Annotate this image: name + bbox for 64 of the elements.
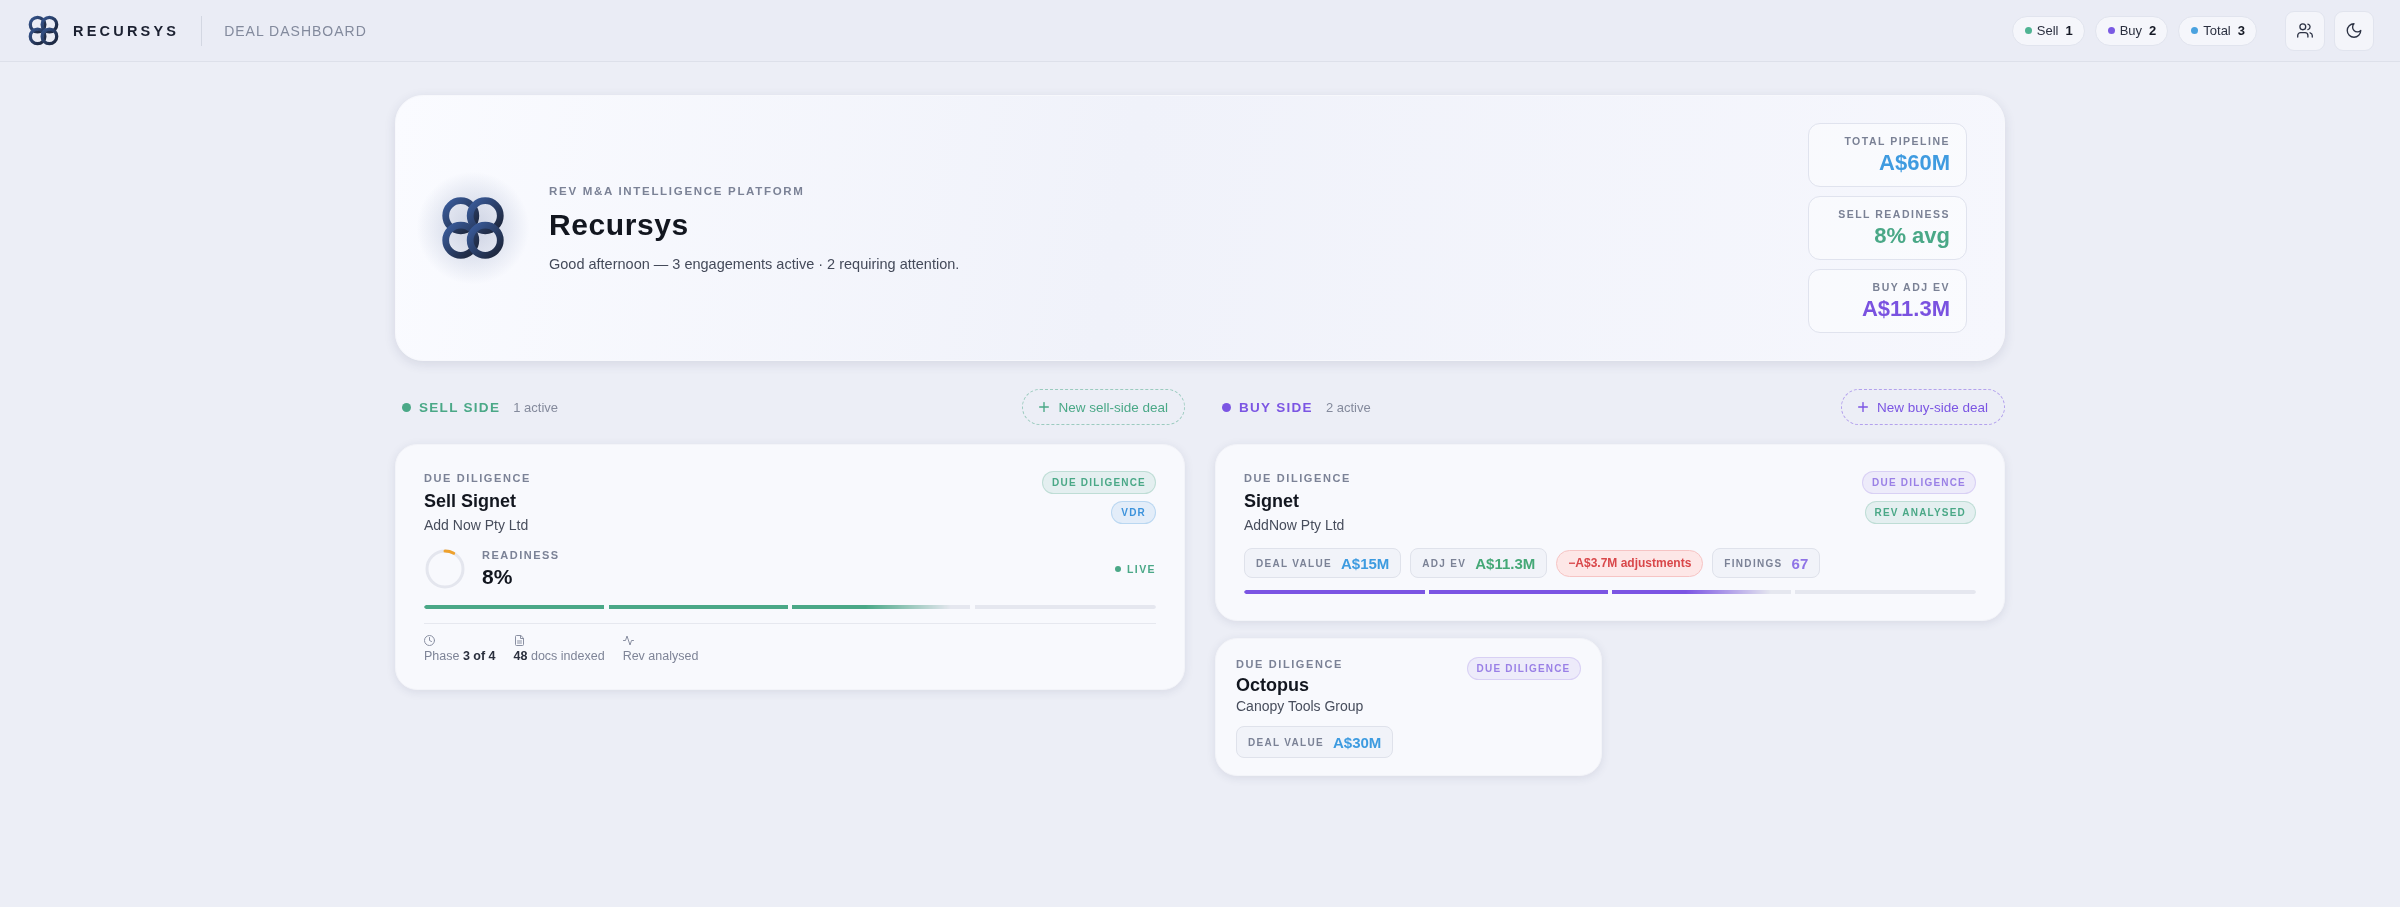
adjustment-chip: −A$3.7M adjustments (1556, 549, 1704, 577)
stat-value: A$11.3M (1861, 295, 1950, 322)
metric-value: A$30M (1332, 733, 1382, 751)
hero-title: Recursys (549, 206, 690, 243)
section-title: SELL SIDE (419, 399, 501, 415)
readiness-value: 8% (482, 565, 514, 589)
count-value: 2 (2149, 23, 2157, 38)
count-label: Sell (2036, 23, 2059, 38)
users-icon (2297, 23, 2313, 38)
stage-label: DUE DILIGENCE (1236, 657, 1344, 671)
plus-icon (1039, 402, 1050, 412)
greeting-text: Good afternoon — 3 engagements active · 2 requiring attention. (549, 254, 960, 273)
company-name: AddNow Pty Ltd (1244, 516, 1346, 535)
deal-card[interactable]: DUE DILIGENCE Octopus Canopy Tools Group DUE DILIGENCE DEAL VALUE A$30M (1215, 638, 1602, 776)
count-label: Buy (2119, 23, 2143, 38)
section-count: 1 active (513, 399, 559, 415)
status-badge: DUE DILIGENCE (1042, 471, 1156, 494)
deal-card[interactable]: DUE DILIGENCE Sell Signet Add Now Pty Ltd DUE DILIGENCE VDR READINESS 8% LIVE Phase 3 of 4 48 docs indexed Rev analysed (395, 444, 1185, 690)
meta-text: 48 docs indexed (513, 649, 605, 663)
deal-name: Signet (1244, 490, 1300, 513)
company-name: Add Now Pty Ltd (424, 516, 530, 535)
pulse-icon (622, 635, 634, 646)
moon-icon (2346, 23, 2362, 38)
stat-label: BUY ADJ EV (1872, 280, 1950, 293)
team-button[interactable] (2285, 10, 2325, 51)
section-title: BUY SIDE (1239, 399, 1313, 415)
metric-value: 67 (1791, 554, 1809, 572)
deal-card[interactable]: DUE DILIGENCE Signet AddNow Pty Ltd DUE DILIGENCE REV ANALYSED DEAL VALUE A$15M ADJ EV A$11.3M −A$3.7M adjustments FINDINGS 67 (1215, 444, 2005, 621)
metric-label: DEAL VALUE (1248, 736, 1324, 748)
count-value: 3 (2237, 23, 2245, 38)
metric-value: A$11.3M (1475, 554, 1536, 572)
stat-label: TOTAL PIPELINE (1844, 134, 1950, 147)
plus-icon (1857, 402, 1868, 412)
stat-value: A$60M (1879, 149, 1950, 176)
count-label: Total (2203, 23, 2231, 38)
live-status: LIVE (1127, 563, 1156, 575)
meta-text: Rev analysed (622, 649, 699, 663)
stat-value: 8% avg (1874, 222, 1950, 249)
status-badge: DUE DILIGENCE (1862, 471, 1976, 494)
clock-icon (424, 635, 435, 646)
deal-name: Octopus (1236, 674, 1310, 696)
stage-label: DUE DILIGENCE (424, 471, 531, 485)
metric-label: ADJ EV (1422, 557, 1467, 569)
live-dot-icon (1115, 566, 1122, 572)
metric-value: A$15M (1340, 554, 1390, 572)
status-badge: REV ANALYSED (1864, 501, 1976, 524)
readiness-label: READINESS (482, 549, 560, 561)
metric-label: FINDINGS (1724, 557, 1783, 569)
theme-toggle-button[interactable] (2334, 10, 2374, 51)
metric-label: DEAL VALUE (1256, 557, 1332, 569)
status-badge: VDR (1111, 501, 1156, 524)
platform-label: REV M&A INTELLIGENCE PLATFORM (549, 183, 806, 198)
status-badge: DUE DILIGENCE (1466, 657, 1581, 680)
count-value: 1 (2065, 23, 2073, 38)
section-count: 2 active (1325, 399, 1371, 415)
logo-icon (28, 15, 59, 46)
document-icon (513, 635, 525, 646)
stat-label: SELL READINESS (1838, 207, 1950, 220)
meta-text: Phase 3 of 4 (424, 649, 496, 663)
page-title: DEAL DASHBOARD (224, 22, 367, 39)
stage-label: DUE DILIGENCE (1244, 471, 1351, 485)
company-name: Canopy Tools Group (1236, 697, 1364, 715)
deal-name: Sell Signet (424, 490, 518, 513)
brand-name: RECURSYS (73, 22, 180, 39)
